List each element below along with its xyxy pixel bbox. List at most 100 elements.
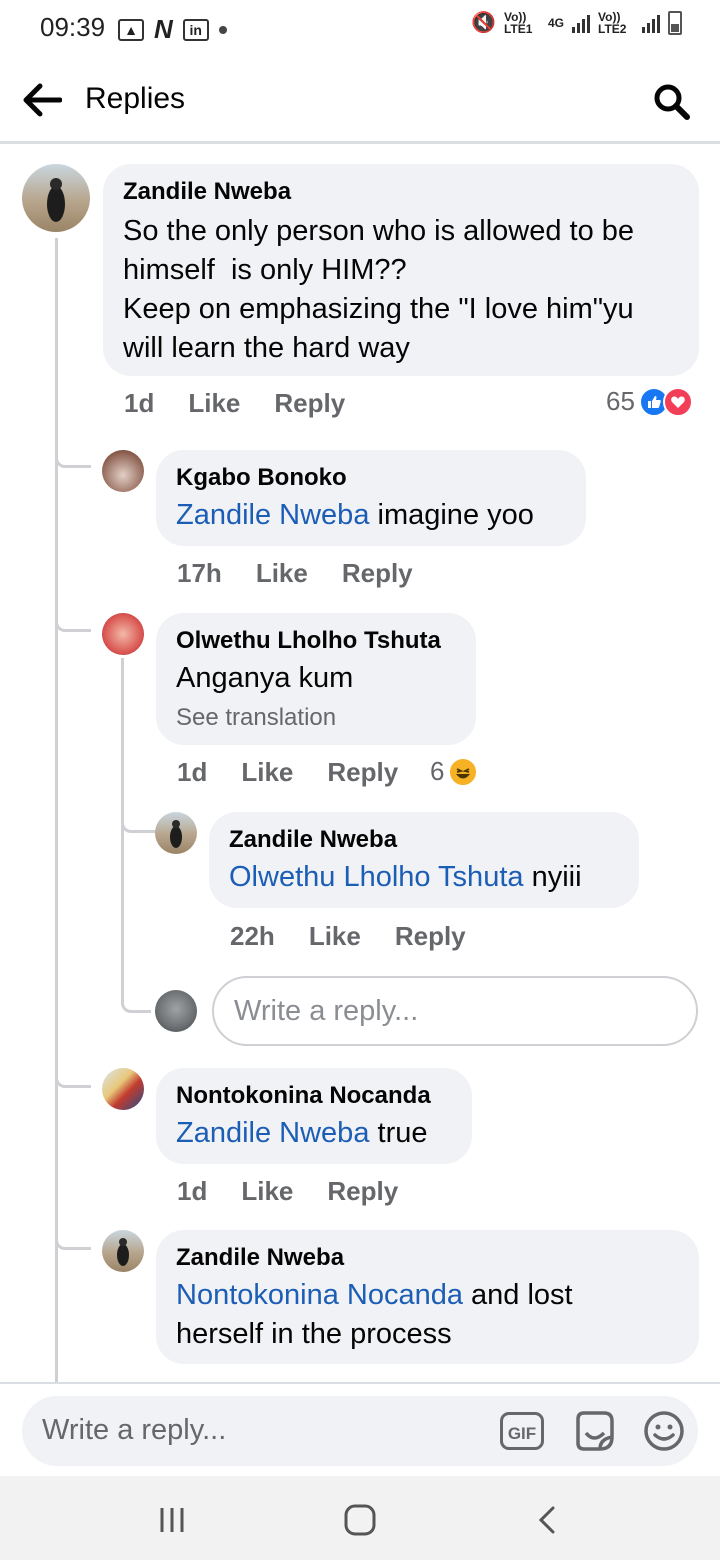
- comment-text-body: and lost: [462, 1279, 573, 1311]
- app-n-icon: N: [154, 14, 173, 44]
- love-reaction-icon: [662, 386, 693, 417]
- comment-author[interactable]: Zandile Nweba: [229, 826, 619, 854]
- sim1-label: Vo)) LTE1: [503, 9, 533, 36]
- more-notifications-icon: [218, 25, 227, 34]
- reply-button[interactable]: Reply: [327, 757, 398, 788]
- nested-reply-input[interactable]: Write a reply...: [212, 976, 698, 1046]
- mute-icon: 🔇: [471, 12, 496, 34]
- network-type: 4G: [547, 15, 564, 30]
- status-right: 🔇 Vo)) LTE1 4G Vo)) LTE2: [471, 10, 682, 35]
- app-bar: Replies: [0, 54, 720, 144]
- mention-link[interactable]: Nontokonina Nocanda: [176, 1279, 463, 1311]
- current-user-avatar: [155, 990, 197, 1032]
- mention-link[interactable]: Zandile Nweba: [176, 499, 369, 531]
- comment-bubble[interactable]: Zandile Nweba Nontokonina Nocanda and lo…: [156, 1230, 699, 1364]
- gallery-icon: ▲: [118, 18, 144, 41]
- reply-button[interactable]: Reply: [342, 558, 413, 589]
- avatar[interactable]: [102, 450, 144, 492]
- comment-line: So the only person who is allowed to be: [123, 215, 635, 247]
- comment-actions: 22h Like Reply: [230, 921, 500, 952]
- reply-button[interactable]: Reply: [327, 1176, 398, 1207]
- comment-bubble[interactable]: Zandile Nweba So the only person who is …: [103, 164, 699, 376]
- comment-text: Anganya kum: [176, 662, 354, 694]
- status-time: 09:39: [40, 12, 106, 42]
- comment-line: will learn the hard way: [123, 332, 410, 364]
- avatar[interactable]: [102, 613, 144, 655]
- avatar[interactable]: [22, 164, 90, 232]
- arrow-left-icon[interactable]: [22, 82, 62, 118]
- battery-icon: [668, 10, 682, 35]
- system-nav-bar: [0, 1476, 720, 1560]
- comment-time: 1d: [124, 388, 155, 418]
- thread-connector: [121, 997, 151, 1013]
- comment-actions: 1d Like Reply: [177, 1176, 432, 1207]
- comment-time: 1d: [177, 757, 208, 787]
- comment-time: 17h: [177, 558, 222, 588]
- mention-link[interactable]: Zandile Nweba: [176, 1117, 369, 1149]
- comment-text: Olwethu Lholho Tshuta nyiii: [229, 858, 619, 897]
- comment-author[interactable]: Kgabo Bonoko: [176, 464, 566, 492]
- avatar[interactable]: [102, 1230, 144, 1272]
- comment-bubble[interactable]: Olwethu Lholho Tshuta Anganya kum See tr…: [156, 613, 476, 745]
- search-icon[interactable]: [652, 82, 690, 120]
- reaction-count: 65: [606, 386, 635, 416]
- thread-connector: [121, 817, 157, 833]
- sticker-icon[interactable]: [572, 1409, 616, 1453]
- avatar[interactable]: [155, 812, 197, 854]
- reaction-count: 6: [430, 756, 445, 786]
- comment-text: Zandile Nweba true: [176, 1114, 452, 1153]
- comment-text: Zandile Nweba imagine yoo: [176, 496, 566, 535]
- comment-line: himself is only HIM??: [123, 254, 407, 286]
- comment-author[interactable]: Zandile Nweba: [176, 1244, 679, 1272]
- status-bar: 09:39 ▲ N in 🔇 Vo)) LTE1 4G Vo)) LTE2: [0, 0, 720, 54]
- comment-bubble[interactable]: Zandile Nweba Olwethu Lholho Tshuta nyii…: [209, 812, 639, 908]
- avatar[interactable]: [102, 1068, 144, 1110]
- like-button[interactable]: Like: [256, 558, 308, 589]
- comment-actions: 17h Like Reply: [177, 558, 447, 589]
- see-translation-link[interactable]: See translation: [176, 704, 456, 732]
- emoji-icon[interactable]: [642, 1409, 686, 1453]
- comment-author[interactable]: Olwethu Lholho Tshuta: [176, 627, 456, 655]
- comment-text-body: true: [369, 1117, 428, 1149]
- like-button[interactable]: Like: [309, 921, 361, 952]
- comment-actions: 1d Like Reply: [177, 757, 432, 788]
- comment-text: So the only person who is allowed to be …: [123, 212, 679, 368]
- home-icon[interactable]: [340, 1500, 380, 1540]
- like-button[interactable]: Like: [241, 1176, 293, 1207]
- comment-author[interactable]: Nontokonina Nocanda: [176, 1082, 452, 1110]
- thread-connector: [55, 1072, 91, 1088]
- notification-icons: ▲ N in: [118, 14, 227, 45]
- gif-button[interactable]: GIF: [500, 1412, 544, 1450]
- linkedin-icon: in: [182, 18, 209, 41]
- reaction-summary[interactable]: 65: [606, 386, 693, 417]
- comment-thread: Zandile Nweba So the only person who is …: [0, 146, 720, 1382]
- comment-text-body: imagine yoo: [369, 499, 534, 531]
- signal1-icon: [572, 13, 590, 33]
- comment-actions: 1d Like Reply: [124, 388, 379, 419]
- comment-line: Keep on emphasizing the "I love him"yu: [123, 293, 634, 325]
- haha-reaction-icon: [448, 756, 479, 787]
- reply-input[interactable]: Write a reply... GIF: [22, 1396, 698, 1466]
- reply-placeholder: Write a reply...: [42, 1414, 227, 1446]
- like-button[interactable]: Like: [188, 388, 240, 419]
- signal2-icon: [642, 13, 660, 33]
- page-title: Replies: [85, 82, 186, 115]
- reply-button[interactable]: Reply: [395, 921, 466, 952]
- comment-time: 1d: [177, 1176, 208, 1206]
- thread-connector: [55, 452, 91, 468]
- back-nav-icon[interactable]: [528, 1500, 568, 1540]
- thread-connector: [55, 1234, 91, 1250]
- reply-button[interactable]: Reply: [274, 388, 345, 419]
- comment-bubble[interactable]: Kgabo Bonoko Zandile Nweba imagine yoo: [156, 450, 586, 546]
- mention-link[interactable]: Olwethu Lholho Tshuta: [229, 861, 524, 893]
- thread-line: [55, 238, 58, 1382]
- comment-author[interactable]: Zandile Nweba: [123, 178, 679, 206]
- like-button[interactable]: Like: [241, 757, 293, 788]
- comment-bubble[interactable]: Nontokonina Nocanda Zandile Nweba true: [156, 1068, 472, 1164]
- nested-reply-placeholder: Write a reply...: [234, 994, 419, 1027]
- sim2-label: Vo)) LTE2: [598, 9, 627, 36]
- recent-apps-icon[interactable]: [152, 1500, 192, 1540]
- comment-line: Nontokonina Nocanda and lost: [176, 1276, 679, 1315]
- comment-composer: Write a reply... GIF: [0, 1382, 720, 1476]
- reaction-summary[interactable]: 6: [430, 756, 479, 787]
